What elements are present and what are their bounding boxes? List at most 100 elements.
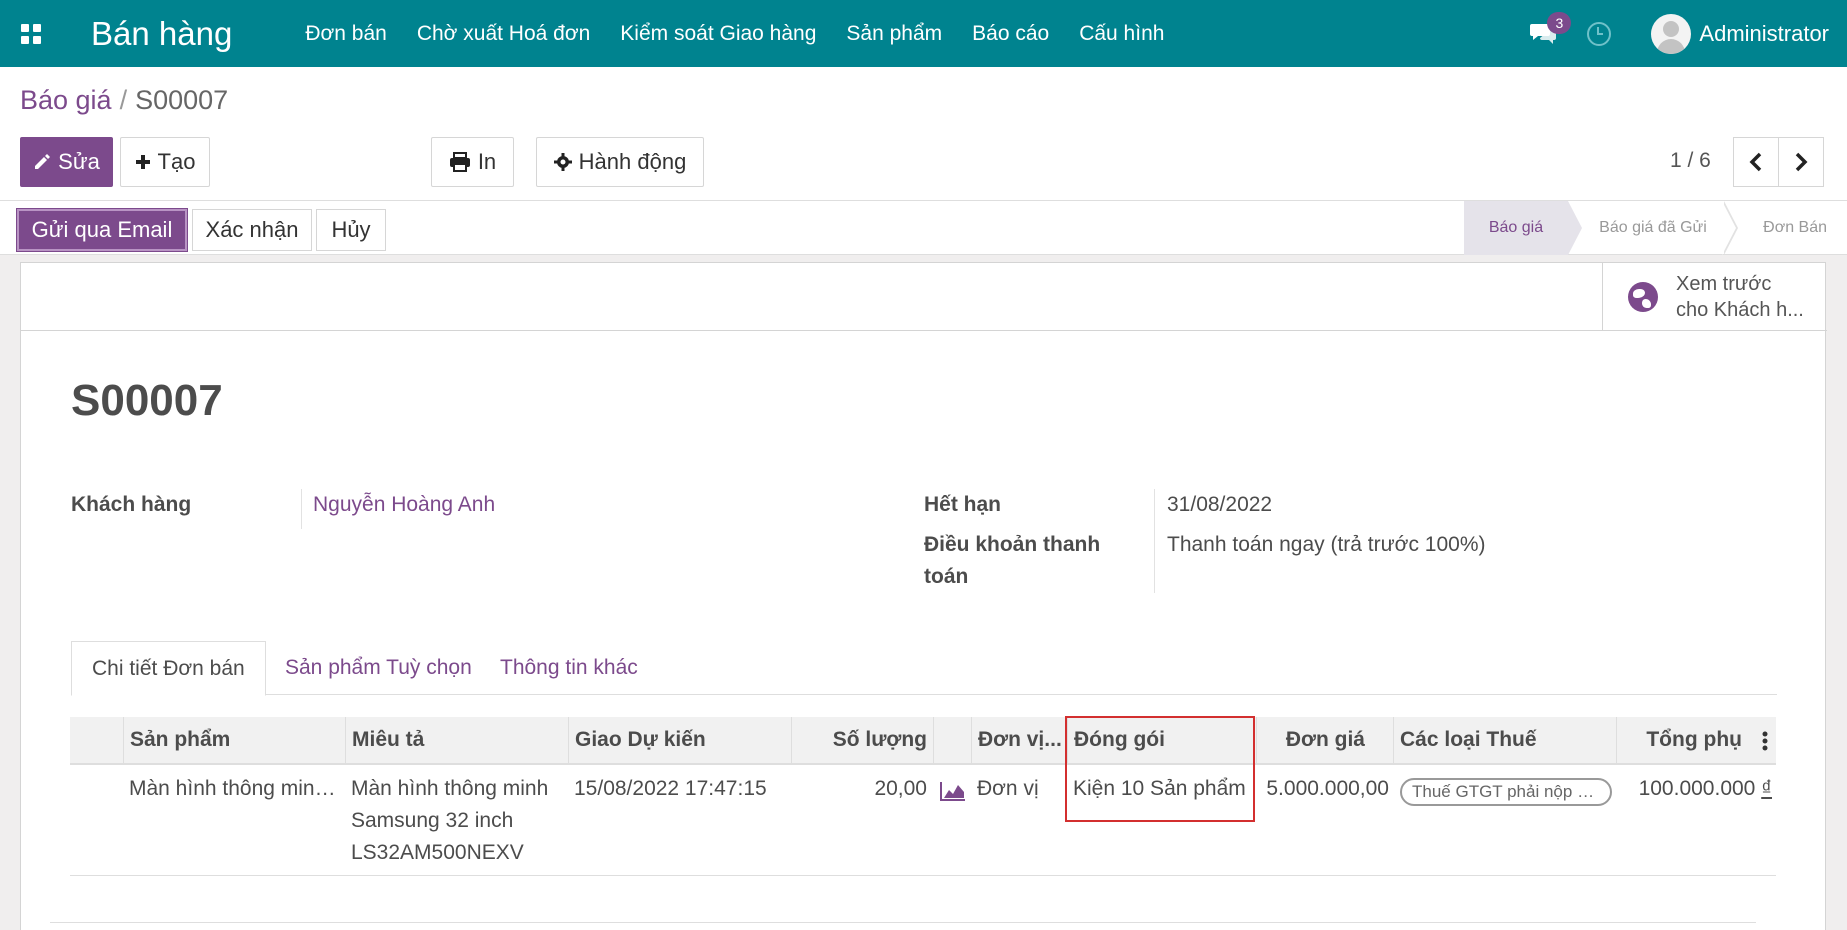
- expiry-label: Hết hạn: [924, 493, 1002, 516]
- row-subtotal[interactable]: 100.000.000 ₫: [1616, 773, 1776, 805]
- chevron-left-icon: [1749, 152, 1762, 172]
- column-uom[interactable]: Đơn vị...: [971, 717, 1067, 763]
- order-lines-table: Sản phẩm Miêu tả Giao Dự kiến Số lượng Đ…: [70, 717, 1776, 876]
- payment-terms-label-line-2: toán: [924, 565, 969, 588]
- cancel-button[interactable]: Hủy: [316, 209, 386, 251]
- edit-label: Sửa: [58, 149, 100, 174]
- action-button[interactable]: Hành động: [536, 137, 704, 187]
- row-description-line-2: Samsung 32 inch: [351, 809, 514, 832]
- print-button[interactable]: In: [431, 137, 514, 187]
- gear-icon: [553, 153, 572, 171]
- field-separator: [301, 489, 302, 529]
- column-packaging[interactable]: Đóng gói: [1067, 717, 1256, 763]
- pager-next-button[interactable]: [1778, 137, 1824, 187]
- row-description-line-3: LS32AM500NEXV: [351, 841, 524, 864]
- breadcrumb-separator: /: [119, 85, 128, 115]
- preview-text: Xem trước cho Khách h...: [1676, 271, 1804, 323]
- table-header: Sản phẩm Miêu tả Giao Dự kiến Số lượng Đ…: [70, 717, 1776, 765]
- row-uom[interactable]: Đơn vị: [971, 773, 1067, 805]
- chevron-right-icon: [1795, 152, 1808, 172]
- field-separator: [1154, 489, 1155, 593]
- stage-sales-order[interactable]: Đơn Bán: [1740, 201, 1847, 255]
- column-unit-price[interactable]: Đơn giá: [1256, 717, 1393, 763]
- stage-arrow: [1722, 201, 1736, 255]
- forecast-chart-icon[interactable]: [940, 781, 966, 806]
- menu-item-delivery[interactable]: Kiểm soát Giao hàng: [605, 22, 831, 46]
- preview-line-2: cho Khách h...: [1676, 299, 1804, 321]
- breadcrumb-current: S00007: [135, 85, 229, 115]
- print-icon: [449, 152, 470, 172]
- pager-previous-button[interactable]: [1733, 137, 1779, 187]
- column-description[interactable]: Miêu tả: [345, 717, 568, 763]
- app-title[interactable]: Bán hàng: [91, 15, 232, 53]
- column-delivery-date[interactable]: Giao Dự kiến: [568, 717, 791, 763]
- column-product[interactable]: Sản phẩm: [123, 717, 345, 763]
- confirm-button[interactable]: Xác nhận: [192, 209, 312, 251]
- tab-other-info[interactable]: Thông tin khác: [480, 641, 658, 695]
- row-description-line-1: Màn hình thông minh: [351, 777, 549, 800]
- pager-value[interactable]: 1 / 6: [1670, 149, 1711, 173]
- main-menu: Đơn bán Chờ xuất Hoá đơn Kiểm soát Giao …: [290, 22, 1179, 46]
- document-name: S00007: [71, 376, 223, 425]
- breadcrumb: Báo giá / S00007: [20, 85, 228, 116]
- row-description[interactable]: Màn hình thông minh Samsung 32 inch LS32…: [345, 773, 568, 869]
- edit-button[interactable]: Sửa: [20, 137, 113, 187]
- row-unit-price[interactable]: 5.000.000,00: [1256, 773, 1393, 805]
- row-subtotal-amount: 100.000.000: [1638, 777, 1756, 800]
- row-quantity[interactable]: 20,00: [791, 773, 933, 805]
- optional-columns-icon[interactable]: [1762, 731, 1768, 756]
- globe-icon: [1628, 282, 1658, 312]
- chat-icon[interactable]: 3: [1529, 11, 1572, 46]
- clock-icon[interactable]: [1587, 21, 1612, 46]
- pencil-icon: [35, 154, 51, 169]
- row-tax-tag[interactable]: Thuế GTGT phải nộp 10%: [1400, 778, 1612, 806]
- top-navbar: Bán hàng Đơn bán Chờ xuất Hoá đơn Kiểm s…: [0, 0, 1847, 67]
- control-panel: Báo giá / S00007 Sửa Tạo In Hành động 1 / …: [0, 67, 1847, 201]
- stage-quotation-sent[interactable]: Báo giá đã Gửi: [1582, 201, 1724, 255]
- column-quantity[interactable]: Số lượng: [791, 717, 933, 763]
- row-packaging[interactable]: Kiện 10 Sản phẩm: [1067, 773, 1256, 805]
- navbar-right: 3 Administrator: [1529, 0, 1847, 67]
- menu-item-reports[interactable]: Báo cáo: [957, 22, 1064, 46]
- customer-value[interactable]: Nguyễn Hoàng Anh: [313, 489, 495, 521]
- apps-icon[interactable]: [21, 23, 41, 44]
- row-product[interactable]: Màn hình thông minh Samsung 32 inch LS32…: [123, 773, 345, 805]
- send-email-button[interactable]: Gửi qua Email: [17, 209, 187, 251]
- table-empty-row-border: [50, 922, 1756, 923]
- column-subtotal[interactable]: Tổng phụ: [1616, 717, 1776, 763]
- preview-line-1: Xem trước: [1676, 273, 1772, 295]
- tab-optional-products[interactable]: Sản phẩm Tuỳ chọn: [265, 641, 492, 695]
- payment-terms-value[interactable]: Thanh toán ngay (trả trước 100%): [1167, 529, 1486, 561]
- column-forecast: [933, 717, 971, 763]
- chat-badge: 3: [1547, 11, 1572, 34]
- stage-quotation[interactable]: Báo giá: [1464, 201, 1568, 255]
- user-name: Administrator: [1699, 20, 1829, 46]
- menu-item-orders[interactable]: Đơn bán: [290, 22, 402, 46]
- menu-item-configuration[interactable]: Cấu hình: [1064, 22, 1179, 46]
- customer-label: Khách hàng: [71, 493, 192, 516]
- payment-terms-label: Điều khoản thanh toán: [924, 529, 1100, 593]
- action-label: Hành động: [578, 149, 687, 174]
- column-taxes[interactable]: Các loại Thuế: [1393, 717, 1616, 763]
- tab-order-lines[interactable]: Chi tiết Đơn bán: [71, 641, 266, 696]
- stage-arrow: [1568, 201, 1582, 255]
- expiry-value[interactable]: 31/08/2022: [1167, 489, 1272, 521]
- customer-preview-button[interactable]: Xem trước cho Khách h...: [1602, 263, 1827, 331]
- create-label: Tạo: [157, 149, 196, 174]
- statusbar: Gửi qua Email Xác nhận Hủy Báo giá Báo g…: [0, 201, 1847, 255]
- menu-item-products[interactable]: Sản phẩm: [831, 22, 957, 46]
- payment-terms-label-line-1: Điều khoản thanh: [924, 533, 1101, 556]
- button-box: Xem trước cho Khách h...: [21, 263, 1827, 331]
- print-label: In: [477, 149, 497, 174]
- column-handle: [70, 717, 123, 763]
- avatar: [1651, 13, 1692, 54]
- table-row[interactable]: Màn hình thông minh Samsung 32 inch LS32…: [70, 765, 1776, 876]
- row-subtotal-currency: ₫: [1761, 777, 1772, 800]
- create-button[interactable]: Tạo: [120, 137, 210, 187]
- row-delivery-date[interactable]: 15/08/2022 17:47:15: [568, 773, 791, 805]
- user-menu[interactable]: Administrator: [1651, 13, 1829, 54]
- plus-icon: [135, 155, 150, 169]
- breadcrumb-parent[interactable]: Báo giá: [20, 85, 112, 115]
- notebook-tabs: Chi tiết Đơn bán Sản phẩm Tuỳ chọn Thông…: [71, 641, 1777, 696]
- menu-item-to-invoice[interactable]: Chờ xuất Hoá đơn: [402, 22, 605, 46]
